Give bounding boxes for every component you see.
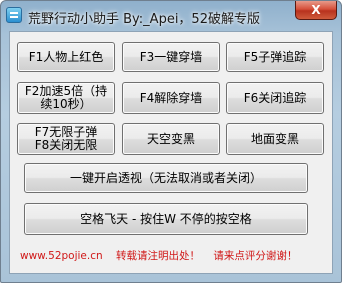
bullet-tracking-button[interactable]: F5子弹追踪 — [226, 42, 324, 72]
speed-boost-label-line2: 续10秒） — [40, 97, 92, 111]
infinite-ammo-button[interactable]: F7无限子弹 F8关闭无限 — [17, 123, 115, 155]
xray-button[interactable]: 一键开启透视（无法取消或者关闭） — [24, 163, 308, 193]
fly-label: 空格飞天 - 按住W 不停的按空格 — [80, 211, 252, 226]
speed-boost-button[interactable]: F2加速5倍（持 续10秒） — [17, 82, 115, 114]
dark-ground-label: 地面变黑 — [250, 131, 299, 146]
client-area: F1人物上红色 F3一键穿墙 F5子弹追踪 F2加速5倍（持 续10秒） F4解… — [9, 31, 333, 274]
footer-site-link[interactable]: www.52pojie.cn — [20, 250, 103, 262]
infinite-ammo-label-line2: F8关闭无限 — [34, 138, 98, 152]
xray-label: 一键开启透视（无法取消或者关闭） — [69, 170, 262, 185]
wall-hack-label: F3一键穿墙 — [139, 49, 203, 64]
close-button[interactable]: X — [295, 1, 337, 20]
footer-thanks: 请来点评分谢谢！ — [213, 250, 298, 262]
red-player-button[interactable]: F1人物上红色 — [17, 42, 115, 72]
app-window: 荒野行动小助手 By:_Apei，52破解专版 X F1人物上红色 F3一键穿墙… — [0, 0, 342, 283]
red-player-label: F1人物上红色 — [28, 49, 104, 64]
footer-repost-notice: 转载请注明出处！ — [116, 250, 200, 262]
disable-wall-hack-button[interactable]: F4解除穿墙 — [122, 82, 220, 114]
title-bar[interactable]: 荒野行动小助手 By:_Apei，52破解专版 X — [1, 1, 341, 31]
footer-notice: www.52pojie.cn 转载请注明出处！ 请来点评分谢谢！ — [20, 248, 330, 263]
dark-sky-label: 天空变黑 — [146, 131, 195, 146]
dark-ground-button[interactable]: 地面变黑 — [226, 123, 324, 155]
wall-hack-button[interactable]: F3一键穿墙 — [122, 42, 220, 72]
window-title: 荒野行动小助手 By:_Apei，52破解专版 — [28, 12, 260, 27]
fly-button[interactable]: 空格飞天 - 按住W 不停的按空格 — [24, 203, 308, 235]
bullet-tracking-label: F5子弹追踪 — [243, 49, 307, 64]
dark-sky-button[interactable]: 天空变黑 — [122, 123, 220, 155]
disable-tracking-button[interactable]: F6关闭追踪 — [226, 82, 324, 114]
disable-tracking-label: F6关闭追踪 — [243, 90, 307, 105]
app-icon — [6, 7, 22, 23]
disable-wall-hack-label: F4解除穿墙 — [139, 90, 203, 105]
